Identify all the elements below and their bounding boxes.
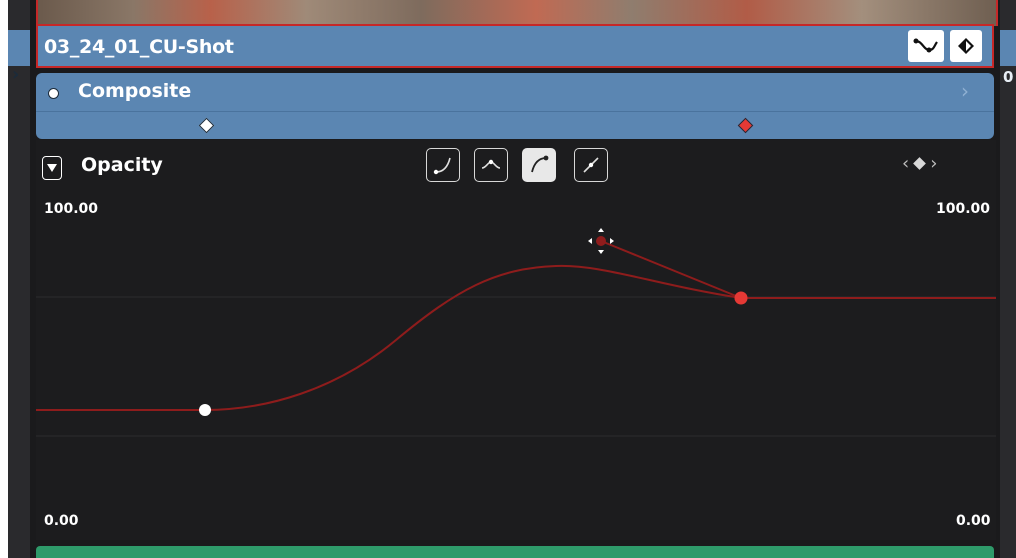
composite-track-header[interactable]: Composite › (36, 73, 994, 111)
clip-thumbnail-strip[interactable] (36, 0, 998, 26)
screen-frame-left (0, 0, 8, 558)
curve-editor-button[interactable] (908, 30, 944, 62)
chevron-right-icon: › (12, 64, 20, 85)
next-clip-label: 0 (1003, 68, 1014, 86)
chevron-right-icon[interactable]: › (961, 79, 969, 103)
keyframe-marker[interactable] (198, 117, 215, 134)
keyframe-marker-selected[interactable] (737, 117, 754, 134)
clip-title: 03_24_01_CU-Shot (44, 36, 234, 58)
keyframe-icon (958, 38, 974, 54)
composite-keyframe-track[interactable] (36, 111, 994, 139)
left-timeline-rail: › (8, 0, 30, 558)
curve-icon (913, 38, 938, 53)
next-clip-tab[interactable]: 0 (1000, 30, 1016, 86)
composite-label: Composite (78, 80, 192, 102)
keyframe-point[interactable] (199, 404, 211, 416)
composite-enable-dot[interactable] (48, 88, 59, 99)
next-track-clip[interactable] (36, 546, 994, 558)
previous-clip-tab[interactable]: › (8, 30, 30, 85)
right-timeline-rail: 0 (1000, 0, 1016, 558)
opacity-curve-panel: Opacity ‹ › 100.00 100.00 0.00 0.00 (36, 140, 996, 540)
opacity-curve (36, 264, 996, 411)
bezier-handle[interactable] (588, 228, 614, 254)
keyframe-point-selected[interactable] (734, 291, 748, 305)
opacity-curve-graph[interactable] (36, 140, 996, 540)
bezier-handle-line (600, 240, 742, 299)
keyframe-editor-button[interactable] (950, 30, 982, 62)
clip-header[interactable]: 03_24_01_CU-Shot (36, 24, 994, 68)
